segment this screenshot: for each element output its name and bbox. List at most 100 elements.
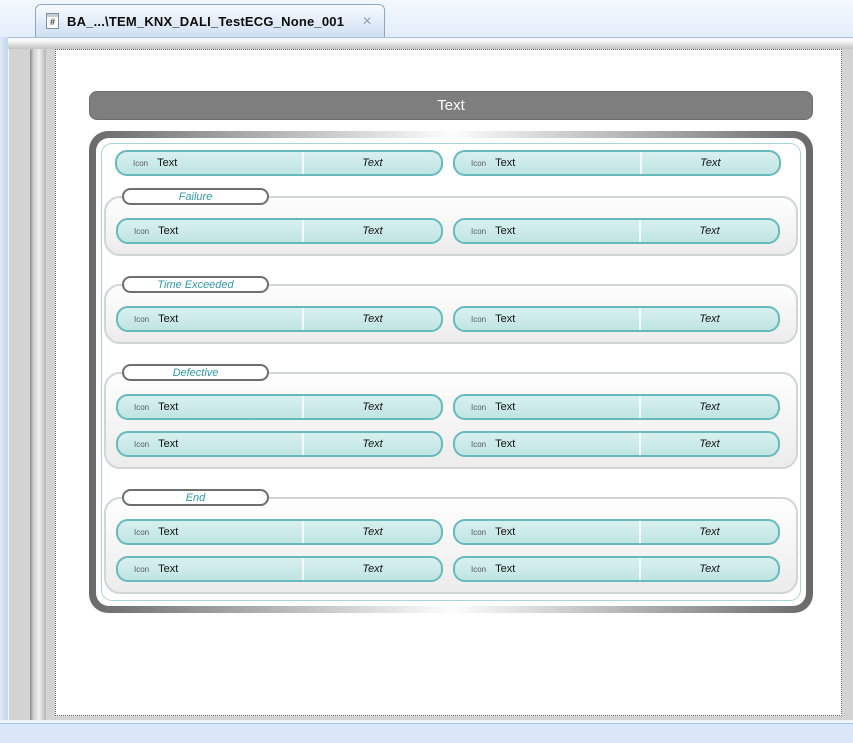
group-defective: Defective Icon Text Text Icon Text Text … [104,364,798,469]
pill-row: Icon Text Text Icon Text Text [115,150,781,176]
pill-left-section: Icon Text [455,220,639,242]
pill-name-text: Text [158,401,179,413]
icon-placeholder-label: Icon [134,564,150,574]
close-icon[interactable]: ✕ [362,15,372,27]
pill-left-section: Icon Text [455,558,639,580]
pill-row: Icon Text Text Icon Text Text [116,394,780,420]
icon-placeholder-label: Icon [134,314,150,324]
pill-row: Icon Text Text Icon Text Text [116,306,780,332]
dali-item-pill[interactable]: Icon Text Text [453,306,780,332]
icon-placeholder-label: Icon [134,439,150,449]
pill-left-section: Icon Text [118,308,302,330]
pill-left-section: Icon Text [455,433,639,455]
group-label[interactable]: Failure [122,188,269,205]
pill-value-text: Text [362,563,383,575]
group-label[interactable]: Time Exceeded [122,276,269,293]
pill-value-text: Text [699,563,720,575]
pill-value-text: Text [699,313,720,325]
dali-item-pill[interactable]: Icon Text Text [116,556,443,582]
pill-left-section: Icon Text [455,152,640,174]
dali-item-pill[interactable]: Icon Text Text [453,150,781,176]
application-window: # BA_...\TEM_KNX_DALI_TestECG_None_001 ✕… [0,0,853,743]
pill-name-text: Text [495,526,516,538]
group-box[interactable]: Icon Text Text Icon Text [104,196,798,256]
pill-value-text: Text [362,225,383,237]
group-box[interactable]: Icon Text Text Icon Text [104,497,798,594]
main-container-inner: Icon Text Text Icon Text Text Failure Ic… [96,138,806,606]
pill-name-text: Text [158,313,179,325]
pill-name-text: Text [495,563,516,575]
group-box[interactable]: Icon Text Text Icon Text [104,284,798,344]
pill-value-text: Text [699,526,720,538]
dali-item-pill[interactable]: Icon Text Text [116,431,443,457]
pill-value-text: Text [362,157,383,169]
icon-placeholder-label: Icon [471,158,487,168]
icon-placeholder-label: Icon [134,402,150,412]
pill-name-text: Text [158,526,179,538]
pill-left-section: Icon Text [455,521,639,543]
main-container-widget[interactable]: Icon Text Text Icon Text Text Failure Ic… [89,131,813,613]
pill-value-text: Text [362,526,383,538]
dali-item-pill[interactable]: Icon Text Text [116,306,443,332]
pill-name-text: Text [158,563,179,575]
document-icon: # [46,13,59,29]
pill-left-section: Icon Text [455,396,639,418]
icon-placeholder-label: Icon [471,527,487,537]
window-frame-left [0,37,8,743]
dali-item-pill[interactable]: Icon Text Text [116,218,443,244]
top-inset-band [8,40,853,49]
pill-name-text: Text [157,157,178,169]
icon-placeholder-label: Icon [134,226,150,236]
pill-name-text: Text [158,225,179,237]
dali-item-pill[interactable]: Icon Text Text [116,519,443,545]
pill-name-text: Text [495,438,516,450]
pill-name-text: Text [158,438,179,450]
pill-name-text: Text [495,225,516,237]
header-text-widget[interactable]: Text [89,91,813,120]
dali-item-pill[interactable]: Icon Text Text [453,394,780,420]
pill-row: Icon Text Text Icon Text Text [116,431,780,457]
icon-placeholder-label: Icon [471,226,487,236]
group-end: End Icon Text Text Icon Text Text Icon T… [104,489,798,594]
dali-item-pill[interactable]: Icon Text Text [115,150,443,176]
pill-left-section: Icon Text [455,308,639,330]
dali-item-pill[interactable]: Icon Text Text [453,519,780,545]
pill-name-text: Text [495,157,516,169]
pill-left-section: Icon Text [118,433,302,455]
group-failure: Failure Icon Text Text Icon Text Text [104,188,798,256]
group-time-exceeded: Time Exceeded Icon Text Text Icon Text T… [104,276,798,344]
pill-value-text: Text [362,313,383,325]
pill-value-text: Text [699,225,720,237]
group-label[interactable]: End [122,489,269,506]
pill-value-text: Text [700,157,721,169]
group-label[interactable]: Defective [122,364,269,381]
document-tab[interactable]: # BA_...\TEM_KNX_DALI_TestECG_None_001 ✕ [35,4,386,37]
icon-placeholder-label: Icon [471,314,487,324]
dali-item-pill[interactable]: Icon Text Text [453,218,780,244]
pill-row: Icon Text Text Icon Text Text [116,556,780,582]
design-canvas[interactable]: Text Icon Text Text Icon Text Text Failu… [55,49,842,716]
pill-name-text: Text [495,313,516,325]
dali-item-pill[interactable]: Icon Text Text [116,394,443,420]
splitter-bar[interactable] [30,49,46,722]
icon-placeholder-label: Icon [471,564,487,574]
pill-value-text: Text [362,438,383,450]
dali-item-pill[interactable]: Icon Text Text [453,431,780,457]
pill-left-section: Icon Text [117,152,302,174]
pill-value-text: Text [699,401,720,413]
content-area: Icon Text Text Icon Text Text Failure Ic… [101,143,801,601]
pill-left-section: Icon Text [118,558,302,580]
pill-value-text: Text [362,401,383,413]
pill-left-section: Icon Text [118,396,302,418]
icon-placeholder-label: Icon [133,158,149,168]
icon-placeholder-label: Icon [134,527,150,537]
window-frame-bottom [0,723,853,743]
dali-item-pill[interactable]: Icon Text Text [453,556,780,582]
pill-row: Icon Text Text Icon Text Text [116,519,780,545]
tab-title: BA_...\TEM_KNX_DALI_TestECG_None_001 [67,13,345,29]
pill-left-section: Icon Text [118,521,302,543]
icon-placeholder-label: Icon [471,402,487,412]
group-box[interactable]: Icon Text Text Icon Text [104,372,798,469]
pill-name-text: Text [495,401,516,413]
hash-glyph: # [49,16,55,27]
